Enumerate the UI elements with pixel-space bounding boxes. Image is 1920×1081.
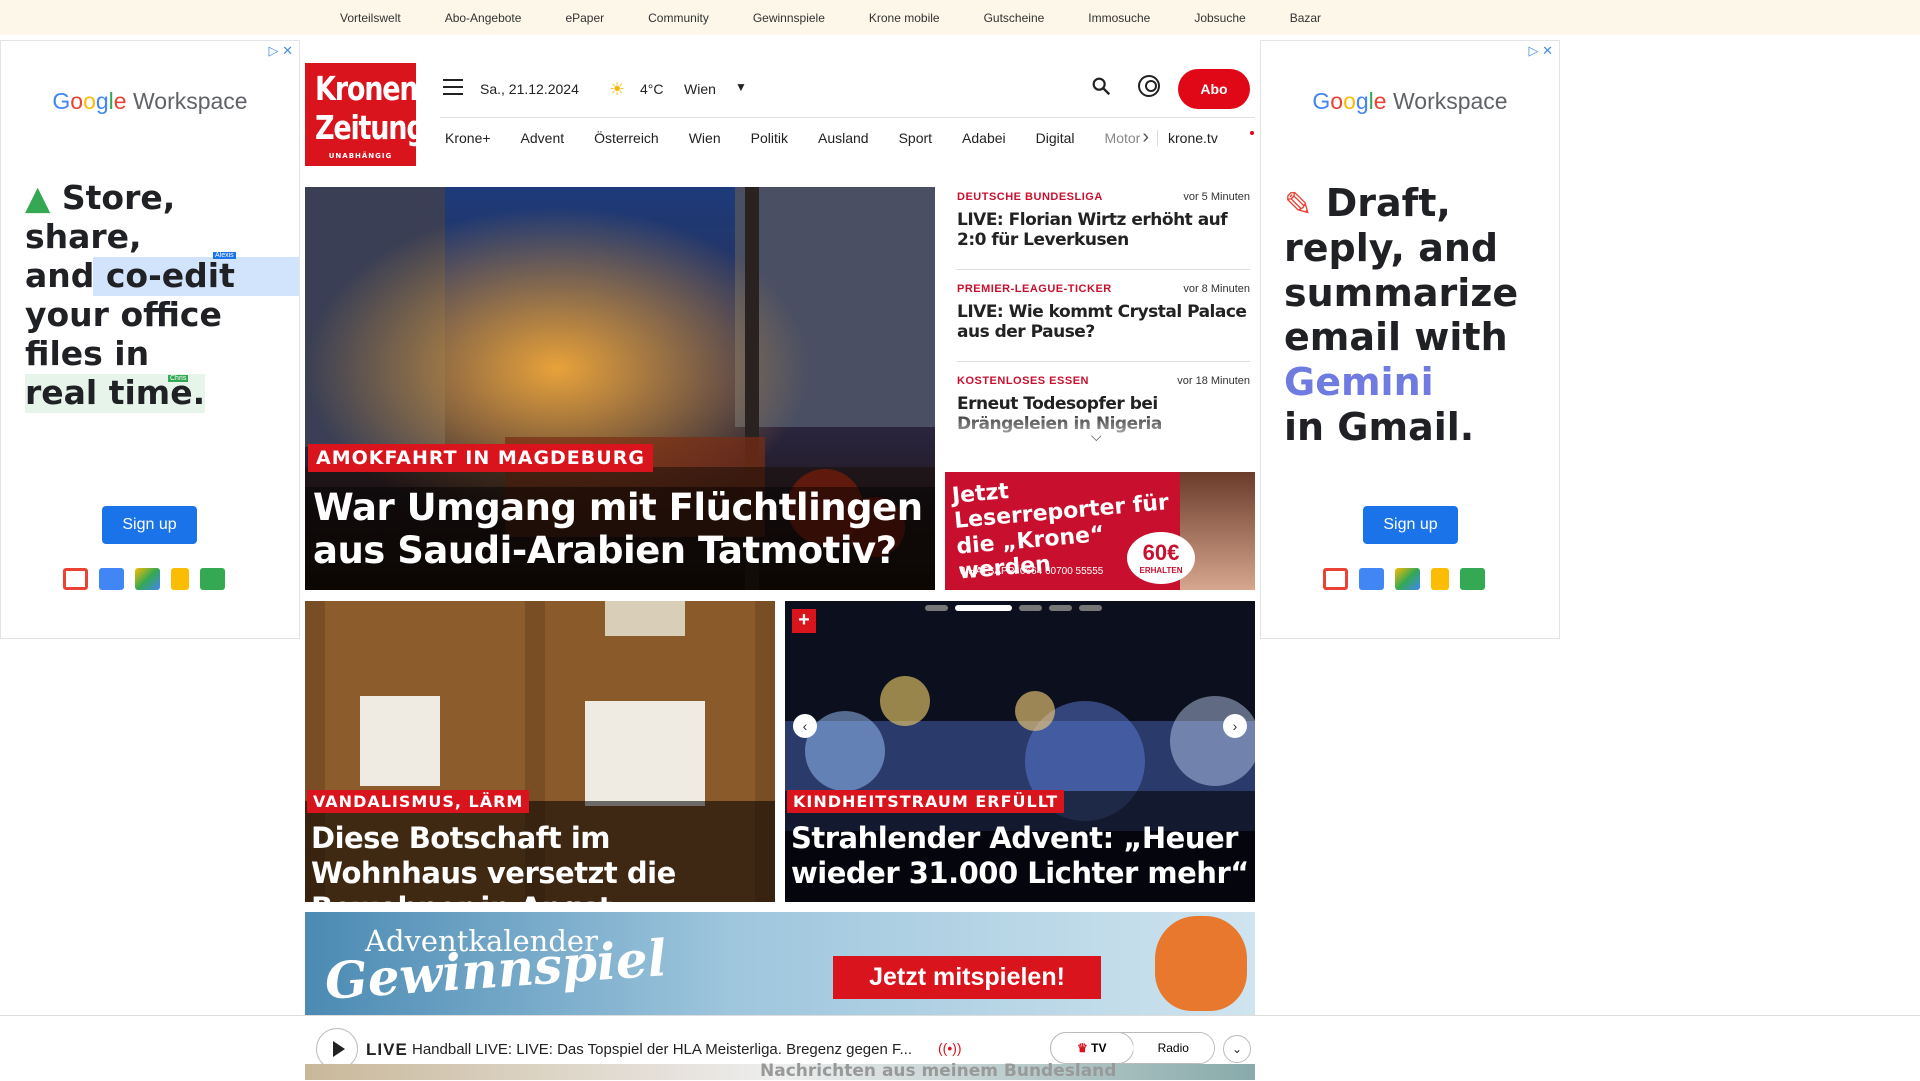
meet-icon	[200, 568, 225, 590]
carousel-prev-icon[interactable]: ‹	[793, 714, 817, 738]
broadcast-icon: ((•))	[938, 1040, 962, 1056]
nav-oesterreich[interactable]: Österreich	[594, 130, 659, 146]
gmail-icon	[1323, 568, 1348, 590]
chevron-down-icon[interactable]: ⌵	[1091, 428, 1102, 445]
ad-choices-icon[interactable]: ▷ ✕	[1528, 43, 1553, 59]
workspace-app-icons	[63, 568, 225, 590]
chevron-right-icon[interactable]: ›	[1142, 126, 1149, 149]
service-link-krone-mobile[interactable]: Krone mobile	[869, 11, 940, 25]
search-icon[interactable]	[1090, 75, 1112, 97]
ad-choices-icon[interactable]: ▷ ✕	[268, 43, 293, 59]
adventkalender-banner[interactable]: Adventkalender Gewinnspiel Jetzt mitspie…	[305, 912, 1255, 1015]
carousel-dots[interactable]	[925, 605, 1102, 611]
ticker-item[interactable]: PREMIER-LEAGUE-TICKER vor 8 Minuten LIVE…	[957, 277, 1250, 362]
current-date: Sa., 21.12.2024	[480, 81, 579, 97]
carousel-dot[interactable]	[1079, 605, 1102, 611]
ad-copy: ✎ Draft, reply, and summarize email with…	[1284, 181, 1519, 450]
service-link-gewinnspiele[interactable]: Gewinnspiele	[753, 11, 825, 25]
main-story[interactable]: AMOKFAHRT IN MAGDEBURG War Umgang mit Fl…	[305, 187, 935, 590]
carousel-dot[interactable]	[1019, 605, 1042, 611]
gmail-icon	[63, 568, 88, 590]
user-account-icon[interactable]	[1138, 75, 1160, 97]
carousel-dot-active[interactable]	[955, 605, 1012, 611]
service-link-abo-angebote[interactable]: Abo-Angebote	[445, 11, 522, 25]
meet-icon	[1460, 568, 1485, 590]
ad-copy: ▲ Store, share, and co-edit your office …	[25, 178, 299, 413]
service-link-immosuche[interactable]: Immosuche	[1088, 11, 1150, 25]
fox-mascot-icon	[1155, 916, 1247, 1011]
pencil-icon: ✎	[1284, 185, 1313, 225]
calendar-icon	[1359, 568, 1384, 590]
collab-tag: Alexis	[213, 252, 236, 259]
story-kicker: KINDHEITSTRAUM ERFÜLLT	[787, 790, 1065, 813]
nav-krone-tv[interactable]: krone.tv	[1157, 129, 1218, 146]
live-dot	[1250, 131, 1254, 135]
tv-toggle-button[interactable]: ♛ TV	[1051, 1033, 1133, 1063]
next-section-peek: Nachrichten aus meinem Bundesland	[305, 1061, 1255, 1081]
left-ad[interactable]: ▷ ✕ Google Workspace ▲ Store, share, and…	[0, 40, 300, 639]
service-link-community[interactable]: Community	[648, 11, 709, 25]
temperature: 4°C	[640, 81, 664, 97]
site-header: Kronen Zeitung UNABHÄNGIG Sa., 21.12.202…	[305, 55, 1255, 170]
krone-plus-icon: +	[792, 609, 816, 633]
jetzt-mitspielen-button[interactable]: Jetzt mitspielen!	[833, 956, 1101, 999]
drive-icon: ▲	[25, 178, 51, 217]
story-kicker: VANDALISMUS, LÄRM	[307, 790, 530, 813]
abo-button[interactable]: Abo	[1178, 69, 1250, 109]
live-stream-title[interactable]: Handball LIVE: LIVE: Das Topspiel der HL…	[412, 1041, 912, 1058]
ad-signup-button[interactable]: Sign up	[1363, 506, 1458, 544]
nav-digital[interactable]: Digital	[1036, 130, 1075, 146]
calendar-icon	[99, 568, 124, 590]
nav-advent[interactable]: Advent	[521, 130, 565, 146]
sun-icon: ☀	[609, 79, 626, 99]
main-nav: Krone+ Advent Österreich Wien Politik Au…	[440, 117, 1255, 157]
docs-icon	[171, 568, 189, 590]
nav-motor[interactable]: Motor	[1105, 130, 1141, 146]
hamburger-menu-icon[interactable]	[443, 79, 463, 95]
ad-brand: Google Workspace	[1312, 88, 1508, 114]
service-link-vorteilswelt[interactable]: Vorteilswelt	[340, 11, 401, 25]
carousel-dot[interactable]	[1049, 605, 1072, 611]
drive-icon	[1395, 568, 1420, 590]
carousel-next-icon[interactable]: ›	[1223, 714, 1247, 738]
drive-icon	[135, 568, 160, 590]
story-headline: Strahlender Advent: „Heuer wieder 31.000…	[791, 821, 1249, 890]
chevron-down-icon[interactable]: ▼	[735, 80, 747, 94]
ticker-item[interactable]: DEUTSCHE BUNDESLIGA vor 5 Minuten LIVE: …	[957, 185, 1250, 270]
collab-tag: Chris	[168, 375, 189, 382]
crown-icon: ♛	[1077, 1041, 1088, 1055]
service-nav: Vorteilswelt Abo-Angebote ePaper Communi…	[0, 0, 1920, 35]
city-select[interactable]: Wien	[684, 81, 716, 97]
story-headline: War Umgang mit Flüchtlingen aus Saudi-Ar…	[313, 486, 923, 572]
carousel-dot[interactable]	[925, 605, 948, 611]
workspace-app-icons	[1323, 568, 1485, 590]
service-link-jobsuche[interactable]: Jobsuche	[1194, 11, 1245, 25]
nav-krone-plus[interactable]: Krone+	[445, 130, 491, 146]
service-link-bazar[interactable]: Bazar	[1290, 11, 1321, 25]
nav-adabei[interactable]: Adabei	[962, 130, 1006, 146]
radio-toggle-button[interactable]: Radio	[1132, 1033, 1214, 1063]
tv-radio-toggle[interactable]: ♛ TV Radio	[1050, 1032, 1215, 1064]
nav-sport[interactable]: Sport	[899, 130, 932, 146]
right-ad[interactable]: ▷ ✕ Google Workspace ✎ Draft, reply, and…	[1260, 40, 1560, 639]
live-label: LIVE	[366, 1040, 408, 1059]
story-kicker: AMOKFAHRT IN MAGDEBURG	[308, 444, 653, 472]
service-link-epaper[interactable]: ePaper	[565, 11, 604, 25]
nav-ausland[interactable]: Ausland	[818, 130, 869, 146]
story-headline: Diese Botschaft im Wohnhaus versetzt die…	[311, 821, 676, 902]
carousel-story[interactable]: ‹ › KINDHEITSTRAUM ERFÜLLT Strahlender A…	[785, 601, 1255, 902]
service-link-gutscheine[interactable]: Gutscheine	[984, 11, 1045, 25]
leserreporter-banner[interactable]: Jetzt Leserreporter für die „Krone“ werd…	[945, 472, 1255, 590]
nav-wien[interactable]: Wien	[689, 130, 721, 146]
nav-politik[interactable]: Politik	[751, 130, 788, 146]
ad-signup-button[interactable]: Sign up	[102, 506, 197, 544]
reward-badge: 60€ ERHALTEN	[1127, 532, 1195, 584]
whatsapp-number: WHATSAPP: 0664 60700 55555	[959, 566, 1104, 577]
ad-brand: Google Workspace	[52, 88, 248, 114]
kronen-zeitung-logo[interactable]: Kronen Zeitung UNABHÄNGIG	[305, 63, 426, 166]
docs-icon	[1431, 568, 1449, 590]
chevron-down-icon[interactable]: ⌄	[1223, 1035, 1251, 1063]
story-card[interactable]: VANDALISMUS, LÄRM Diese Botschaft im Woh…	[305, 601, 775, 902]
